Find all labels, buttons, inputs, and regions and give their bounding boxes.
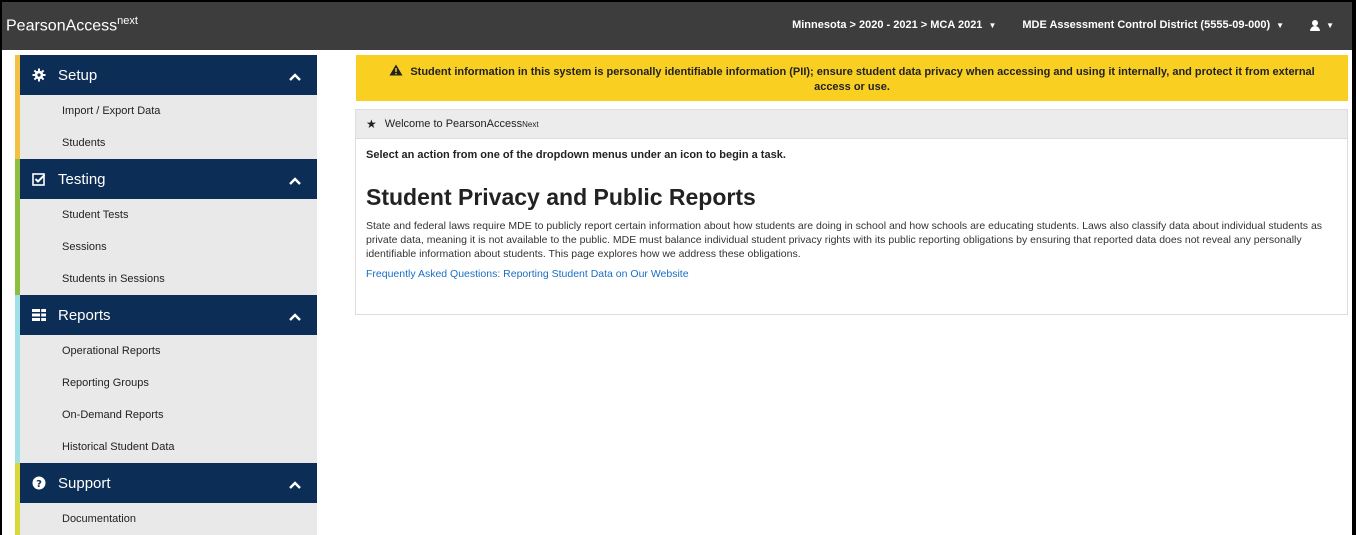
sidebar-section-testing[interactable]: Testing — [15, 159, 317, 199]
sidebar-item-on-demand-reports[interactable]: On-Demand Reports — [15, 399, 317, 431]
brand-name: PearsonAccess — [6, 17, 118, 35]
sidebar-item-students-in-sessions[interactable]: Students in Sessions — [15, 263, 317, 295]
sidebar-item-historical-student-data[interactable]: Historical Student Data — [15, 431, 317, 463]
caret-down-icon: ▼ — [1276, 20, 1285, 30]
sidebar-item-reporting-groups[interactable]: Reporting Groups — [15, 367, 317, 399]
brand-superscript: next — [117, 15, 138, 27]
chevron-up-icon[interactable] — [289, 308, 301, 326]
top-bar: PearsonAccessnext Minnesota > 2020 - 202… — [2, 2, 1352, 50]
check-square-icon — [32, 172, 46, 186]
warning-icon — [389, 64, 410, 78]
sidebar-item-student-tests[interactable]: Student Tests — [15, 199, 317, 231]
faq-link[interactable]: Frequently Asked Questions: Reporting St… — [366, 268, 689, 280]
svg-text:?: ? — [36, 479, 42, 490]
welcome-panel: ★ Welcome to PearsonAccess Next Select an… — [355, 109, 1348, 315]
user-menu[interactable]: ▼ — [1310, 19, 1334, 31]
context-label: Minnesota > 2020 - 2021 > MCA 2021 — [792, 19, 983, 31]
instruction-text: Select an action from one of the dropdow… — [366, 149, 786, 161]
sidebar-item-documentation[interactable]: Documentation — [15, 503, 317, 535]
brand-logo[interactable]: PearsonAccessnext — [6, 15, 138, 35]
section-title-reports: Reports — [58, 306, 111, 324]
sidebar-section-reports[interactable]: Reports — [15, 295, 317, 335]
chevron-up-icon[interactable] — [289, 476, 301, 494]
sidebar-section-setup[interactable]: Setup — [15, 55, 317, 95]
section-title-testing: Testing — [58, 170, 106, 188]
section-title-setup: Setup — [58, 66, 98, 84]
pii-warning-banner: Student information in this system is pe… — [356, 55, 1348, 101]
chevron-up-icon[interactable] — [289, 172, 301, 190]
caret-down-icon: ▼ — [1326, 20, 1334, 30]
sidebar-section-support[interactable]: ? Support — [15, 463, 317, 503]
privacy-paragraph: State and federal laws require MDE to pu… — [366, 220, 1323, 260]
question-circle-icon: ? — [32, 476, 46, 490]
chevron-up-icon[interactable] — [289, 68, 301, 86]
organization-dropdown[interactable]: MDE Assessment Control District (5555-09… — [1022, 19, 1284, 31]
pii-warning-text: Student information in this system is pe… — [410, 66, 1315, 93]
context-dropdown[interactable]: Minnesota > 2020 - 2021 > MCA 2021 ▼ — [792, 19, 996, 31]
privacy-heading: Student Privacy and Public Reports — [366, 184, 756, 210]
welcome-title: Welcome to PearsonAccess — [384, 118, 523, 130]
section-title-support: Support — [58, 474, 111, 492]
sidebar-item-students[interactable]: Students — [15, 127, 317, 159]
sidebar-item-sessions[interactable]: Sessions — [15, 231, 317, 263]
report-icon — [32, 308, 46, 322]
gear-icon — [32, 68, 46, 82]
sidebar-item-operational-reports[interactable]: Operational Reports — [15, 335, 317, 367]
organization-label: MDE Assessment Control District (5555-09… — [1022, 19, 1271, 31]
user-icon — [1310, 19, 1321, 31]
star-icon: ★ — [366, 117, 377, 131]
welcome-title-superscript: Next — [522, 119, 539, 129]
top-nav: Minnesota > 2020 - 2021 > MCA 2021 ▼ MDE… — [766, 19, 1334, 31]
caret-down-icon: ▼ — [988, 20, 997, 30]
sidebar-item-import-export-data[interactable]: Import / Export Data — [15, 95, 317, 127]
app-frame: PearsonAccessnext Minnesota > 2020 - 202… — [2, 2, 1352, 535]
sidebar: Setup Import / Export Data Students Test… — [15, 55, 317, 535]
welcome-panel-header: ★ Welcome to PearsonAccess Next — [356, 110, 1347, 139]
welcome-panel-body: Select an action from one of the dropdow… — [356, 139, 1347, 292]
